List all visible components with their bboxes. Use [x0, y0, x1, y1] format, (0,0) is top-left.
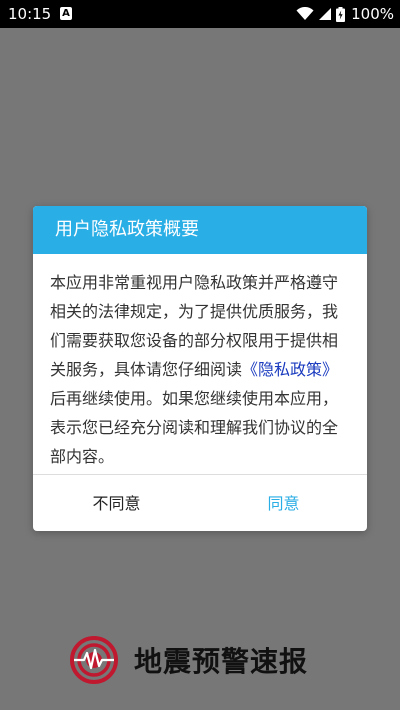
- battery-percent: 100%: [351, 5, 394, 23]
- status-time: 10:15: [8, 5, 52, 23]
- earthquake-logo-icon: [70, 636, 118, 684]
- battery-icon: [336, 6, 346, 22]
- agree-button[interactable]: 同意: [200, 475, 367, 531]
- dialog-body-text-continued: 后再继续使用。如果您继续使用本应用，表示您已经充分阅读和理解我们协议的全部内容。: [50, 389, 339, 466]
- privacy-policy-link[interactable]: 《隐私政策》: [242, 360, 338, 379]
- signal-icon: [319, 8, 332, 20]
- disagree-button[interactable]: 不同意: [33, 475, 200, 531]
- dialog-title: 用户隐私政策概要: [33, 206, 367, 254]
- app-name: 地震预警速报: [134, 645, 309, 678]
- status-bar: 10:15 A 100%: [0, 0, 400, 28]
- brand: 地震预警速报: [70, 635, 308, 685]
- dialog-body: 本应用非常重视用户隐私政策并严格遵守相关的法律规定，为了提供优质服务，我们需要获…: [33, 254, 367, 474]
- status-right-icons: 100%: [296, 0, 394, 28]
- wifi-icon: [296, 7, 314, 20]
- notification-a-icon: A: [60, 7, 72, 20]
- dialog-actions: 不同意 同意: [33, 475, 367, 531]
- privacy-dialog: 用户隐私政策概要 本应用非常重视用户隐私政策并严格遵守相关的法律规定，为了提供优…: [33, 206, 367, 531]
